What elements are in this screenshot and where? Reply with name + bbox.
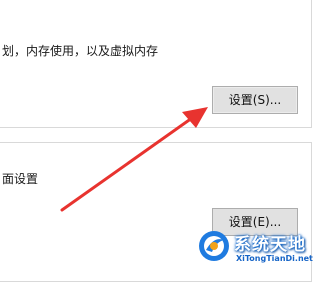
watermark-title: 系统天地 [234, 235, 306, 255]
watermark: 系统天地 XiTongTianDi.net [196, 226, 321, 271]
watermark-subtitle: XiTongTianDi.net [236, 254, 313, 263]
watermark-logo-icon [199, 231, 229, 261]
